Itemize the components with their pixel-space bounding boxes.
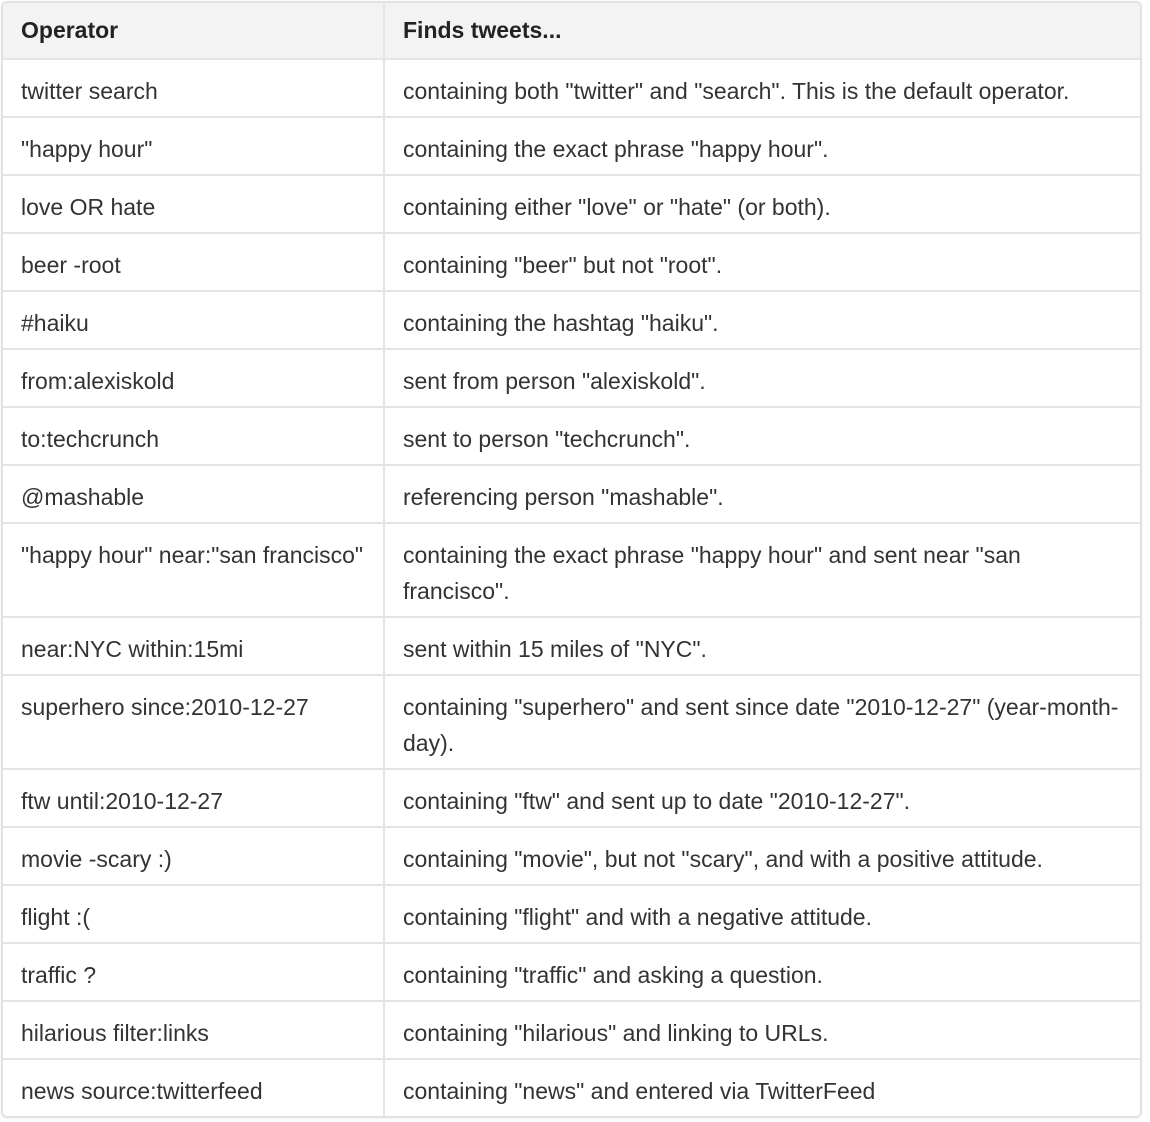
table-row: to:techcrunch sent to person "techcrunch"…: [3, 407, 1140, 466]
header-finds-tweets: Finds tweets...: [384, 3, 1140, 60]
description-cell: sent to person "techcrunch".: [384, 407, 1140, 466]
table-row: hilarious filter:links containing "hilari…: [3, 1001, 1140, 1060]
description-cell: referencing person "mashable".: [384, 465, 1140, 524]
operator-cell: flight :(: [3, 885, 385, 944]
table-row: "happy hour" near:"san francisco" contain…: [3, 523, 1140, 618]
operator-cell: "happy hour": [3, 117, 385, 176]
operator-cell: beer -root: [3, 233, 385, 292]
search-operators-table: Operator Finds tweets... twitter search c…: [3, 3, 1140, 1116]
table-header-row: Operator Finds tweets...: [3, 3, 1140, 60]
table-row: near:NYC within:15mi sent within 15 miles…: [3, 617, 1140, 676]
description-cell: containing the hashtag "haiku".: [384, 291, 1140, 350]
operator-cell: movie -scary :): [3, 827, 385, 886]
description-cell: containing "movie", but not "scary", and…: [384, 827, 1140, 886]
table-row: flight :(containing "flight" and with a …: [3, 885, 1140, 944]
table-row: ftw until:2010-12-27 containing "ftw" and…: [3, 769, 1140, 828]
operator-cell: news source:twitterfeed: [3, 1059, 385, 1116]
table-row: traffic ? containing "traffic" and asking…: [3, 943, 1140, 1002]
operator-cell: ftw until:2010-12-27: [3, 769, 385, 828]
operator-cell: hilarious filter:links: [3, 1001, 385, 1060]
table-row: news source:twitterfeed containing "news"…: [3, 1059, 1140, 1116]
table-row: #haiku containing the hashtag "haiku".: [3, 291, 1140, 350]
description-cell: containing "hilarious" and linking to UR…: [384, 1001, 1140, 1060]
search-operators-table-container: Operator Finds tweets... twitter search c…: [1, 1, 1142, 1118]
operator-cell: "happy hour" near:"san francisco": [3, 523, 385, 618]
description-cell: containing "ftw" and sent up to date "20…: [384, 769, 1140, 828]
operator-cell: #haiku: [3, 291, 385, 350]
description-cell: sent from person "alexiskold".: [384, 349, 1140, 408]
operator-cell: traffic ?: [3, 943, 385, 1002]
operator-cell: @mashable: [3, 465, 385, 524]
operator-cell: love OR hate: [3, 175, 385, 234]
table-row: "happy hour" containing the exact phrase …: [3, 117, 1140, 176]
description-cell: containing the exact phrase "happy hour"…: [384, 523, 1140, 618]
description-cell: sent within 15 miles of "NYC".: [384, 617, 1140, 676]
operator-cell: to:techcrunch: [3, 407, 385, 466]
description-cell: containing the exact phrase "happy hour"…: [384, 117, 1140, 176]
operator-cell: superhero since:2010-12-27: [3, 675, 385, 770]
header-operator: Operator: [3, 3, 385, 60]
table-row: love OR hate containing either "love" or …: [3, 175, 1140, 234]
description-cell: containing "traffic" and asking a questi…: [384, 943, 1140, 1002]
table-row: beer -root containing "beer" but not "roo…: [3, 233, 1140, 292]
table-row: from:alexiskold sent from person "alexisk…: [3, 349, 1140, 408]
description-cell: containing "superhero" and sent since da…: [384, 675, 1140, 770]
operator-cell: from:alexiskold: [3, 349, 385, 408]
table-row: twitter search containing both "twitter" …: [3, 59, 1140, 118]
operator-cell: near:NYC within:15mi: [3, 617, 385, 676]
description-cell: containing "flight" and with a negative …: [384, 885, 1140, 944]
operator-cell: twitter search: [3, 59, 385, 118]
table-row: @mashable referencing person "mashable".: [3, 465, 1140, 524]
description-cell: containing "news" and entered via Twitte…: [403, 1078, 876, 1104]
description-cell: containing either "love" or "hate" (or b…: [384, 175, 1140, 234]
table-row: superhero since:2010-12-27 containing "su…: [3, 675, 1140, 770]
description-cell: containing "beer" but not "root".: [384, 233, 1140, 292]
table-row: movie -scary :) containing "movie", but n…: [3, 827, 1140, 886]
description-cell: containing both "twitter" and "search". …: [384, 59, 1140, 118]
